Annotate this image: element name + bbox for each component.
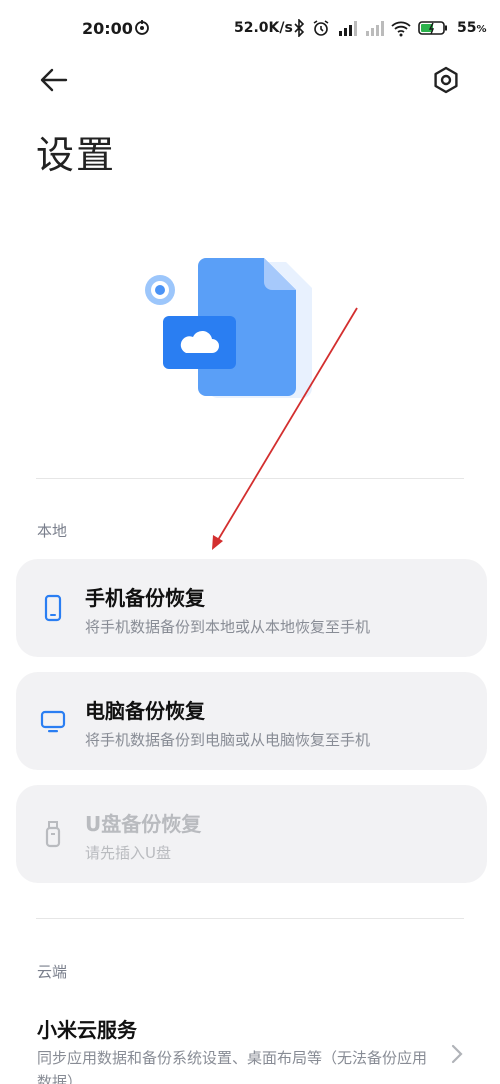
- usb-backup-title: U盘备份恢复: [85, 812, 202, 836]
- computer-backup-desc: 将手机数据备份到电脑或从电脑恢复至手机: [85, 731, 371, 749]
- backup-illustration: [138, 240, 338, 420]
- usb-backup-desc: 请先插入U盘: [85, 844, 171, 862]
- alarm-icon: [313, 20, 329, 36]
- phone-backup-title: 手机备份恢复: [85, 586, 205, 610]
- page-title: 设置: [36, 133, 117, 177]
- divider-bottom: [36, 918, 464, 919]
- usb-drive-icon: [40, 820, 66, 848]
- status-icons: 55%: [293, 19, 487, 37]
- wifi-icon: [391, 21, 411, 37]
- network-speed: 52.0K/s: [234, 20, 293, 36]
- signal-hd-2-icon: [366, 21, 384, 36]
- hexagon-gear-icon: [434, 66, 458, 94]
- bluetooth-icon: [294, 19, 305, 37]
- back-button[interactable]: [36, 62, 72, 98]
- battery-percent: 55%: [457, 20, 487, 36]
- section-label-local: 本地: [37, 522, 68, 540]
- phone-backup-card[interactable]: 手机备份恢复 将手机数据备份到本地或从本地恢复至手机: [16, 559, 487, 657]
- battery-charging-icon: [418, 21, 447, 35]
- computer-backup-title: 电脑备份恢复: [85, 699, 205, 723]
- monitor-icon: [40, 707, 66, 735]
- settings-button[interactable]: [428, 62, 464, 98]
- divider-top: [36, 478, 464, 479]
- chevron-right-icon: [448, 1042, 466, 1066]
- mi-cloud-desc: 同步应用数据和备份系统设置、桌面布局等（无法备份应用数据）: [37, 1049, 428, 1084]
- sync-status-icon: [134, 19, 150, 39]
- phone-icon: [40, 594, 66, 622]
- status-time: 20:00: [82, 19, 133, 38]
- section-label-cloud: 云端: [37, 963, 68, 981]
- computer-backup-card[interactable]: 电脑备份恢复 将手机数据备份到电脑或从电脑恢复至手机: [16, 672, 487, 770]
- phone-backup-desc: 将手机数据备份到本地或从本地恢复至手机: [85, 618, 371, 636]
- usb-backup-card[interactable]: U盘备份恢复 请先插入U盘: [16, 785, 487, 883]
- signal-hd-1-icon: [339, 21, 357, 36]
- status-bar: 20:00 52.0K/s 55%: [0, 0, 500, 58]
- mi-cloud-title: 小米云服务: [37, 1018, 137, 1042]
- arrow-left-icon: [40, 68, 68, 92]
